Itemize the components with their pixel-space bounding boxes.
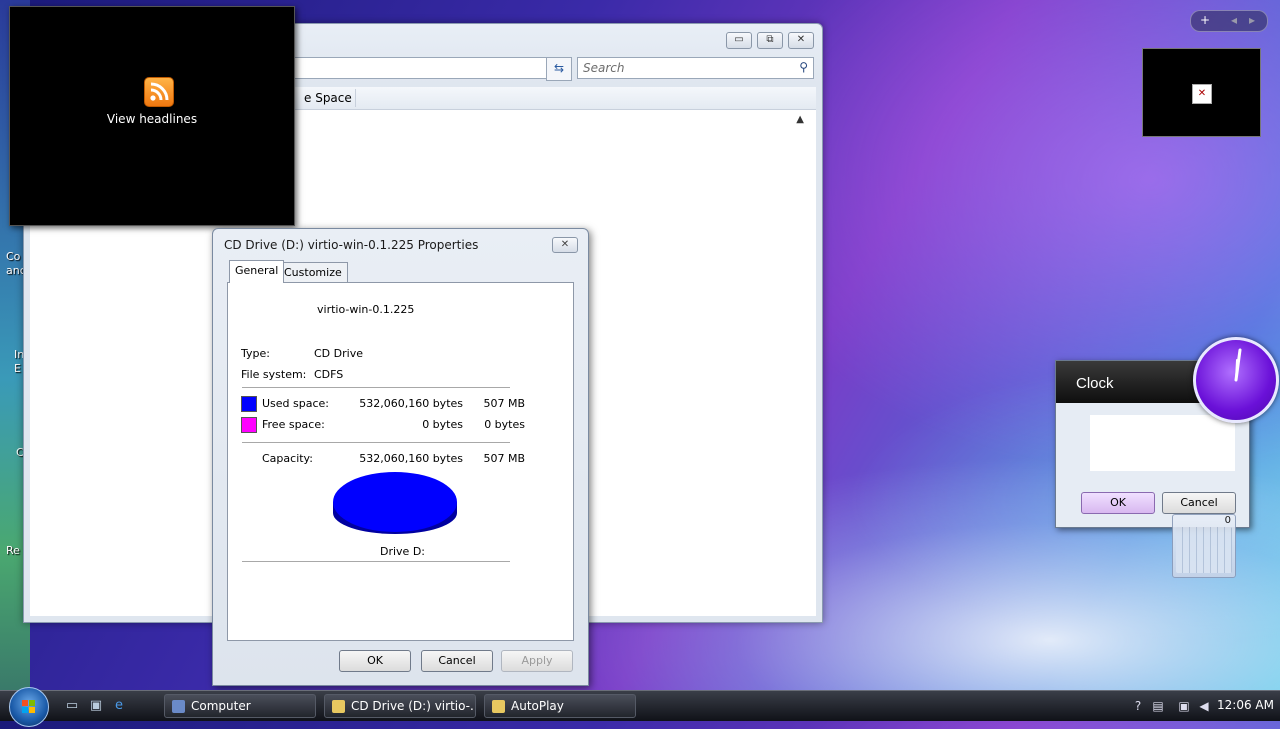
general-panel: virtio-win-0.1.225 Type: CD Drive File s…	[227, 282, 574, 641]
capacity-bytes: 532,060,160 bytes	[359, 452, 463, 465]
taskbar-item-label: AutoPlay	[511, 699, 564, 713]
taskbar-item-label: CD Drive (D:) virtio-...	[351, 699, 476, 713]
capacity-mb: 507 MB	[483, 452, 525, 465]
address-bar[interactable]: ▼	[274, 57, 568, 79]
type-label: Type:	[241, 347, 270, 360]
divider	[242, 387, 510, 388]
windows-logo-icon	[22, 700, 35, 713]
rss-feed-icon[interactable]	[144, 77, 174, 107]
dialog-title: CD Drive (D:) virtio-win-0.1.225 Propert…	[224, 238, 479, 252]
volume-muted-icon[interactable]: ◀	[1196, 698, 1212, 714]
network-icon[interactable]: ▣	[1176, 698, 1192, 714]
headlines-gadget[interactable]: View headlines	[9, 6, 295, 226]
search-icon[interactable]: ⚲	[799, 60, 808, 74]
free-space-label: Free space:	[262, 418, 325, 431]
minimize-button[interactable]: ▭	[726, 32, 752, 49]
ok-button[interactable]: OK	[339, 650, 411, 672]
next-page-icon[interactable]: ▸	[1249, 13, 1255, 27]
rss-glyph	[150, 82, 169, 101]
clock-cancel-button[interactable]: Cancel	[1162, 492, 1236, 514]
previous-page-icon[interactable]: ◂	[1231, 13, 1237, 27]
pie-slice-used	[333, 472, 457, 532]
used-space-label: Used space:	[262, 397, 330, 410]
folder-icon	[332, 700, 345, 713]
column-divider	[355, 89, 356, 107]
file-system-value: CDFS	[314, 368, 344, 381]
close-button[interactable]: ✕	[788, 32, 814, 49]
used-space-mb: 507 MB	[483, 397, 525, 410]
slideshow-gadget[interactable]: ✕	[1142, 48, 1261, 137]
column-header-free-space[interactable]: e Space	[304, 91, 352, 105]
close-button[interactable]: ✕	[552, 237, 578, 253]
calculator-keypad[interactable]	[1176, 527, 1232, 573]
internet-explorer-icon[interactable]: e	[111, 698, 127, 714]
sidebar-controls: + ◂ ▸	[1190, 10, 1268, 32]
calculator-display: 0	[1224, 515, 1231, 526]
start-button[interactable]	[9, 687, 49, 727]
disk-usage-pie	[333, 472, 457, 534]
desktop-label[interactable]: E	[14, 362, 21, 375]
used-space-bytes: 532,060,160 bytes	[359, 397, 463, 410]
maximize-button[interactable]: ⧉	[757, 32, 783, 49]
desktop-label[interactable]: Co	[6, 250, 20, 263]
collapse-chevron-icon[interactable]: ▲	[796, 114, 804, 125]
action-center-icon[interactable]: ▤	[1150, 698, 1166, 714]
desktop-label[interactable]: Re	[6, 544, 20, 557]
help-icon[interactable]: ?	[1130, 698, 1146, 714]
search-placeholder: Search	[583, 61, 625, 75]
cancel-button[interactable]: Cancel	[421, 650, 493, 672]
taskbar: ▭ ▣ e Computer CD Drive (D:) virtio-... …	[0, 687, 1280, 727]
drive-label: Drive D:	[380, 545, 425, 558]
refresh-icon: ⇆	[553, 61, 565, 75]
free-space-short: 0 bytes	[484, 418, 525, 431]
refresh-button[interactable]: ⇆	[546, 57, 572, 81]
divider	[242, 442, 510, 443]
computer-icon	[172, 700, 185, 713]
properties-dialog: CD Drive (D:) virtio-win-0.1.225 Propert…	[212, 228, 589, 686]
free-space-swatch	[241, 417, 257, 433]
system-clock[interactable]: 12:06 AM	[1217, 698, 1274, 712]
clock-gadget[interactable]	[1193, 337, 1279, 423]
switch-windows-icon[interactable]: ▣	[88, 698, 104, 714]
folder-icon	[492, 700, 505, 713]
clock-ok-button[interactable]: OK	[1081, 492, 1155, 514]
broken-image-icon: ✕	[1192, 84, 1212, 104]
show-desktop-icon[interactable]: ▭	[64, 698, 80, 714]
view-headlines-link[interactable]: View headlines	[10, 112, 294, 126]
calculator-gadget[interactable]: 0	[1172, 514, 1236, 578]
clock-preview-area	[1090, 415, 1235, 471]
capacity-label: Capacity:	[262, 452, 313, 465]
taskbar-item-computer[interactable]: Computer	[164, 694, 316, 718]
search-input[interactable]: Search ⚲	[577, 57, 814, 79]
free-space-bytes: 0 bytes	[422, 418, 463, 431]
used-space-swatch	[241, 396, 257, 412]
tab-general[interactable]: General	[229, 260, 285, 283]
tab-customize[interactable]: Customize	[278, 262, 348, 283]
apply-button[interactable]: Apply	[501, 650, 573, 672]
file-system-label: File system:	[241, 368, 307, 381]
taskbar-item-properties[interactable]: CD Drive (D:) virtio-...	[324, 694, 476, 718]
taskbar-item-autoplay[interactable]: AutoPlay	[484, 694, 636, 718]
clock-hands-icon	[1234, 348, 1242, 382]
add-gadget-icon[interactable]: +	[1200, 13, 1210, 27]
type-value: CD Drive	[314, 347, 363, 360]
clock-dialog-title: Clock	[1076, 375, 1114, 392]
divider	[242, 561, 510, 562]
taskbar-item-label: Computer	[191, 699, 251, 713]
volume-label: virtio-win-0.1.225	[317, 303, 415, 316]
